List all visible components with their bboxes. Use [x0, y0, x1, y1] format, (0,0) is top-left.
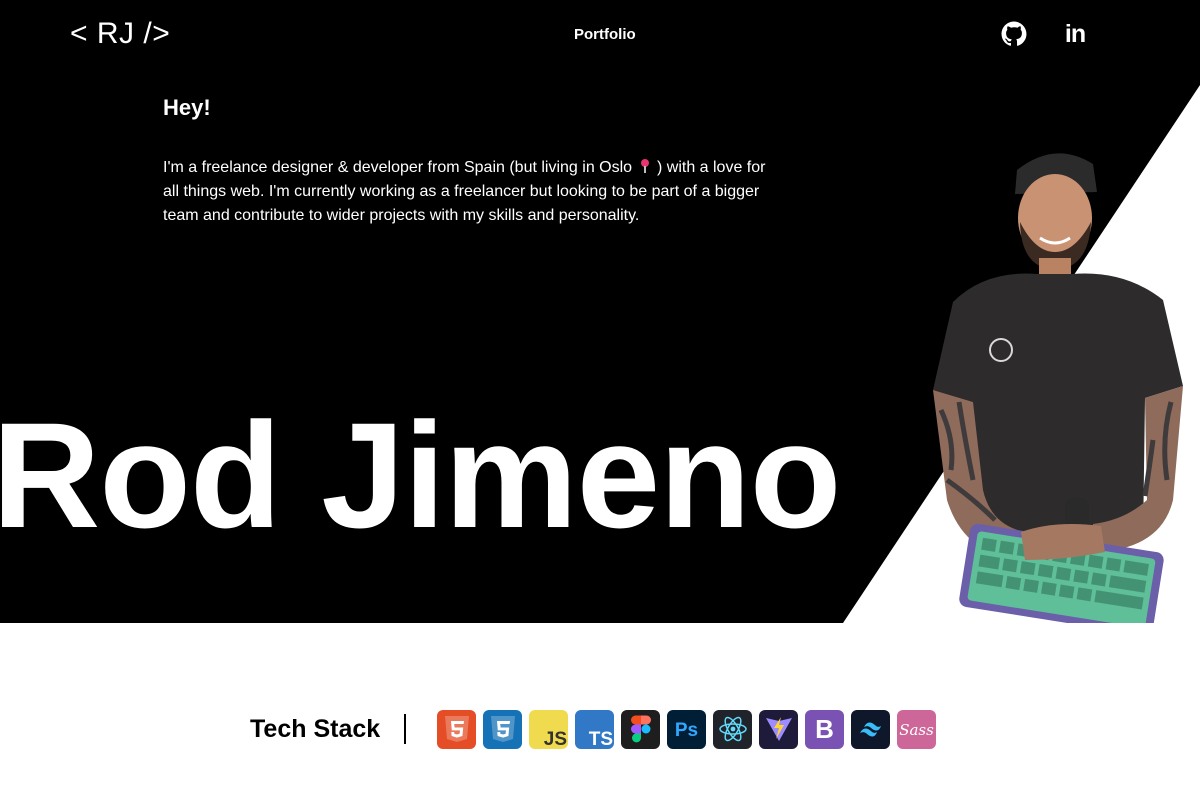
intro-text-part1: I'm a freelance designer & developer fro…: [163, 159, 633, 176]
svg-text:Ps: Ps: [675, 720, 698, 741]
vite-icon: [759, 709, 799, 749]
tech-stack-row: Tech Stack JS TS Ps B Sass: [250, 706, 937, 752]
pushpin-icon: [640, 158, 650, 174]
svg-text:B: B: [815, 714, 834, 744]
tailwind-icon: [851, 709, 891, 749]
hero-name-title: Rod Jimeno: [0, 391, 841, 559]
svg-text:JS: JS: [544, 729, 567, 749]
javascript-icon: JS: [529, 709, 569, 749]
html5-icon: [437, 709, 477, 749]
linkedin-icon: in: [1064, 19, 1086, 48]
figma-icon: [621, 709, 661, 749]
github-icon: [1001, 21, 1027, 46]
linkedin-link[interactable]: in: [1061, 20, 1089, 48]
photoshop-icon: Ps: [667, 709, 707, 749]
greeting-heading: Hey!: [163, 95, 211, 120]
nav-portfolio-link[interactable]: Portfolio: [574, 26, 636, 43]
svg-text:Sass: Sass: [899, 721, 934, 739]
sass-icon: Sass: [897, 709, 937, 749]
css3-icon: [483, 709, 523, 749]
bootstrap-icon: B: [805, 709, 845, 749]
github-link[interactable]: [1000, 20, 1028, 48]
react-icon: [713, 709, 753, 749]
hero-section: < RJ /> Portfolio in Hey! I'm a freelanc…: [0, 0, 1200, 623]
tech-stack-icons: JS TS Ps B Sass: [437, 709, 937, 749]
intro-paragraph: I'm a freelance designer & developer fro…: [163, 156, 783, 228]
svg-text:TS: TS: [589, 729, 613, 749]
tech-stack-title: Tech Stack: [250, 714, 381, 743]
site-logo[interactable]: < RJ />: [70, 17, 170, 51]
portrait-photo: [933, 153, 1183, 623]
tech-stack-divider: [404, 714, 407, 744]
typescript-icon: TS: [575, 709, 615, 749]
